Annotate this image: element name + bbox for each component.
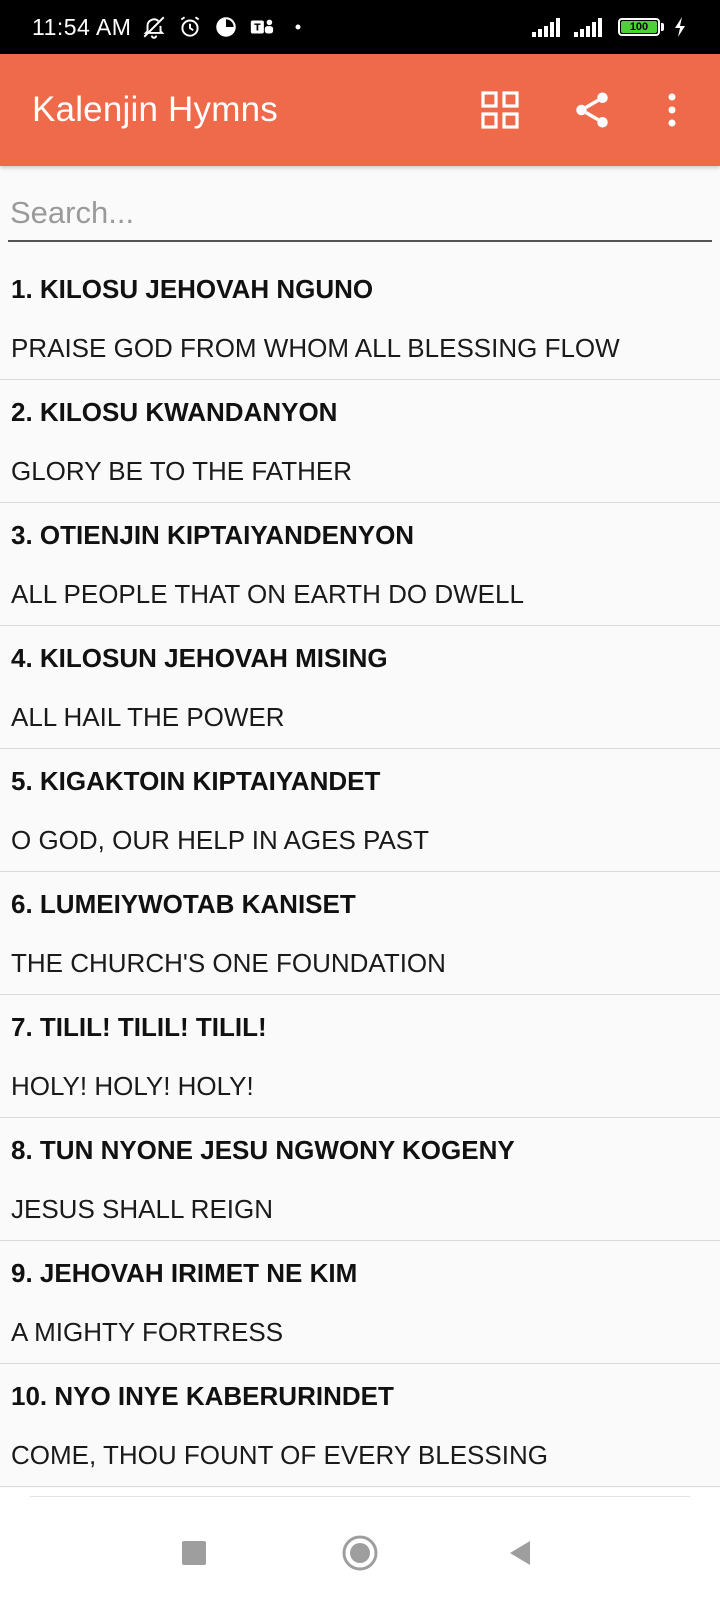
hymn-list-item[interactable]: 5. KIGAKTOIN KIPTAIYANDET O GOD, OUR HELP…: [0, 749, 720, 872]
hymn-title: 10. NYO INYE KABERURINDET: [11, 1381, 394, 1411]
more-options-button[interactable]: [644, 70, 700, 150]
hymn-english-title: PRAISE GOD FROM WHOM ALL BLESSING FLOW: [11, 333, 620, 363]
hymn-english-title: JESUS SHALL REIGN: [11, 1194, 274, 1224]
back-button[interactable]: [494, 1527, 546, 1579]
hymn-english-title: O GOD, OUR HELP IN AGES PAST: [11, 825, 430, 855]
battery-level: 100: [621, 21, 657, 33]
hymn-list: 1. KILOSU JEHOVAH NGUNO PRAISE GOD FROM W…: [0, 257, 720, 1487]
hymn-list-item[interactable]: 1. KILOSU JEHOVAH NGUNO PRAISE GOD FROM W…: [0, 257, 720, 380]
hymn-title: 4. KILOSUN JEHOVAH MISING: [11, 643, 388, 673]
back-icon: [510, 1541, 530, 1565]
hymn-english-title: A MIGHTY FORTRESS: [11, 1317, 284, 1347]
alarm-icon: [177, 14, 203, 40]
hymn-english-title: COME, THOU FOUNT OF EVERY BLESSING: [11, 1440, 548, 1470]
grid-view-button[interactable]: [460, 70, 540, 150]
hymn-english-title: HOLY! HOLY! HOLY!: [11, 1071, 254, 1101]
recents-icon: [182, 1541, 206, 1565]
hymn-list-item[interactable]: 9. JEHOVAH IRIMET NE KIM A MIGHTY FORTRES…: [0, 1241, 720, 1364]
svg-text:T: T: [255, 23, 262, 34]
home-button[interactable]: [334, 1527, 386, 1579]
hymn-title: 1. KILOSU JEHOVAH NGUNO: [11, 274, 374, 304]
app-actions: [460, 70, 700, 150]
search-input[interactable]: [8, 186, 712, 240]
grid-view-icon: [481, 91, 519, 129]
status-right: 100: [532, 14, 688, 40]
signal-icon: [574, 17, 602, 37]
hymn-title: 8. TUN NYONE JESU NGWONY KOGENY: [11, 1135, 515, 1165]
hymn-list-item[interactable]: 3. OTIENJIN KIPTAIYANDENYON ALL PEOPLE TH…: [0, 503, 720, 626]
search-field: [8, 186, 712, 242]
dot-icon: [285, 14, 311, 40]
home-icon: [342, 1535, 378, 1571]
hymn-title: 3. OTIENJIN KIPTAIYANDENYON: [11, 520, 415, 550]
hymn-title: 2. KILOSU KWANDANYON: [11, 397, 338, 427]
hymn-list-item[interactable]: 4. KILOSUN JEHOVAH MISING ALL HAIL THE PO…: [0, 626, 720, 749]
teams-icon: T: [249, 14, 275, 40]
status-left: 11:54 AM T: [32, 14, 311, 41]
hymn-english-title: GLORY BE TO THE FATHER: [11, 456, 352, 486]
share-icon: [576, 92, 608, 128]
status-bar: 11:54 AM T 100: [0, 0, 720, 54]
app-title: Kalenjin Hymns: [32, 90, 278, 129]
signal-icon: [532, 17, 560, 37]
hymn-title: 6. LUMEIYWOTAB KANISET: [11, 889, 356, 919]
app-bar: Kalenjin Hymns: [0, 54, 720, 166]
share-button[interactable]: [552, 70, 632, 150]
hymn-list-item[interactable]: 7. TILIL! TILIL! TILIL! HOLY! HOLY! HOLY!: [0, 995, 720, 1118]
hymn-english-title: ALL HAIL THE POWER: [11, 702, 285, 732]
hymn-title: 7. TILIL! TILIL! TILIL!: [11, 1012, 267, 1042]
hymn-list-item[interactable]: 8. TUN NYONE JESU NGWONY KOGENY JESUS SHA…: [0, 1118, 720, 1241]
mute-icon: [141, 14, 167, 40]
data-saver-icon: [213, 14, 239, 40]
battery-icon: 100: [618, 18, 664, 36]
hymn-english-title: ALL PEOPLE THAT ON EARTH DO DWELL: [11, 579, 524, 609]
charging-icon: [672, 14, 688, 40]
nav-divider: [30, 1496, 690, 1497]
status-time: 11:54 AM: [32, 13, 132, 40]
hymn-title: 5. KIGAKTOIN KIPTAIYANDET: [11, 766, 381, 796]
hymn-list-item[interactable]: 2. KILOSU KWANDANYON GLORY BE TO THE FATH…: [0, 380, 720, 503]
hymn-list-item[interactable]: 10. NYO INYE KABERURINDET COME, THOU FOUN…: [0, 1364, 720, 1487]
recents-button[interactable]: [168, 1527, 220, 1579]
hymn-title: 9. JEHOVAH IRIMET NE KIM: [11, 1258, 358, 1288]
more-vert-icon: [668, 93, 676, 127]
hymn-list-item[interactable]: 6. LUMEIYWOTAB KANISET THE CHURCH'S ONE F…: [0, 872, 720, 995]
hymn-english-title: THE CHURCH'S ONE FOUNDATION: [11, 948, 446, 978]
